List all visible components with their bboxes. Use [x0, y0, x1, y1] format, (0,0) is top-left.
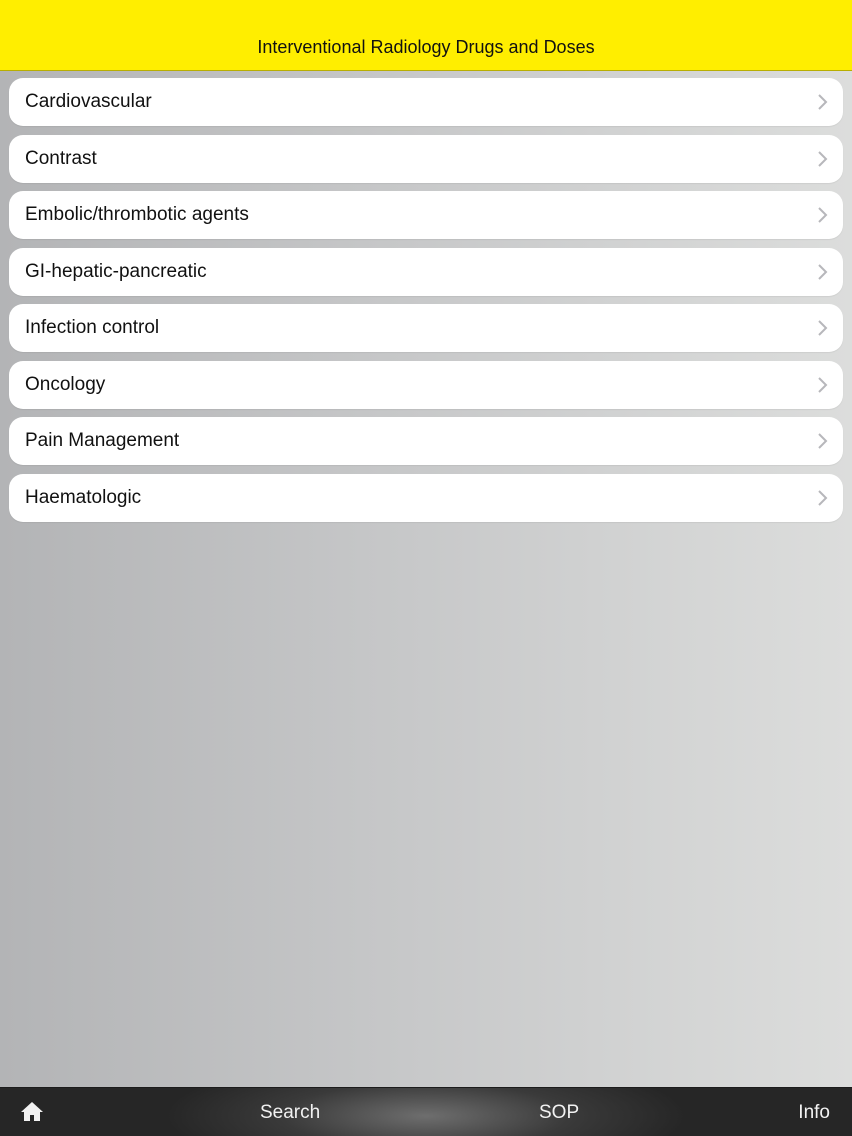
- category-label: Cardiovascular: [25, 91, 152, 112]
- chevron-right-icon: [818, 150, 828, 167]
- category-row-cardiovascular[interactable]: Cardiovascular: [9, 78, 843, 126]
- category-row-gi-hepatic[interactable]: GI-hepatic-pancreatic: [9, 247, 843, 296]
- navigation-bar: Interventional Radiology Drugs and Doses: [0, 0, 852, 71]
- chevron-right-icon: [818, 433, 828, 449]
- category-row-pain-management[interactable]: Pain Management: [9, 417, 843, 465]
- chevron-right-icon: [818, 263, 828, 280]
- home-icon[interactable]: [20, 1101, 44, 1123]
- category-label: Contrast: [25, 147, 97, 169]
- category-label: Infection control: [25, 317, 160, 338]
- category-label: Oncology: [25, 373, 106, 395]
- info-tab-button[interactable]: Info: [798, 1101, 830, 1125]
- chevron-right-icon: [818, 207, 828, 223]
- search-tab-button[interactable]: Search: [260, 1101, 320, 1125]
- category-row-haematologic[interactable]: Haematologic: [9, 473, 843, 522]
- category-row-contrast[interactable]: Contrast: [9, 134, 843, 183]
- page-title: Interventional Radiology Drugs and Doses: [257, 37, 595, 57]
- category-label: Haematologic: [25, 486, 142, 508]
- chevron-right-icon: [818, 489, 828, 506]
- bottom-toolbar: Search SOP Info: [0, 1087, 852, 1136]
- category-list: Cardiovascular Contrast Embolic/thrombot…: [9, 78, 843, 530]
- category-label: Embolic/thrombotic agents: [25, 204, 249, 225]
- chevron-right-icon: [818, 376, 828, 393]
- chevron-right-icon: [818, 320, 828, 336]
- category-row-infection-control[interactable]: Infection control: [9, 304, 843, 352]
- chevron-right-icon: [818, 94, 828, 110]
- category-row-embolic[interactable]: Embolic/thrombotic agents: [9, 191, 843, 239]
- sop-tab-button[interactable]: SOP: [539, 1101, 579, 1125]
- category-label: GI-hepatic-pancreatic: [25, 260, 207, 282]
- category-row-oncology[interactable]: Oncology: [9, 360, 843, 409]
- category-label: Pain Management: [25, 430, 180, 451]
